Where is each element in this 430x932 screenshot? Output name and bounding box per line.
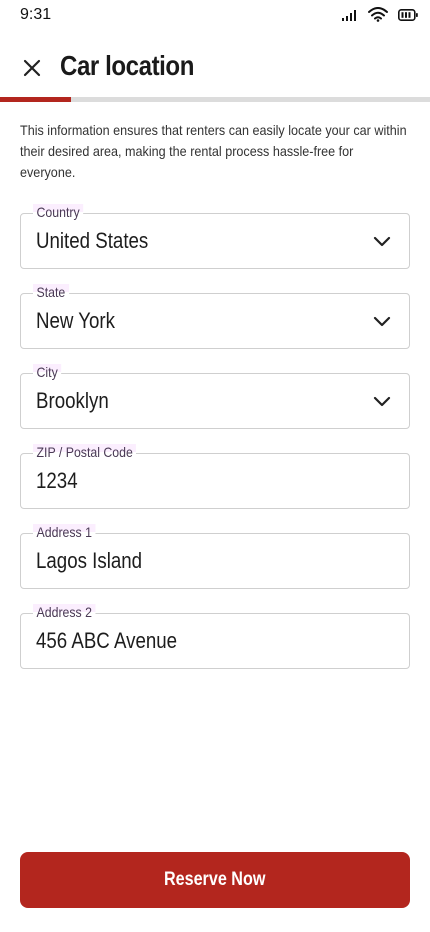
progress-track <box>0 97 430 102</box>
zip-value: 1234 <box>36 468 78 493</box>
address2-value: 456 ABC Avenue <box>36 628 178 653</box>
reserve-now-label: Reserve Now <box>164 869 266 890</box>
zip-label: ZIP / Postal Code <box>33 444 137 460</box>
description-text: This information ensures that renters ca… <box>20 122 407 180</box>
header: Car location <box>0 44 430 94</box>
status-bar: 9:31 <box>0 0 430 34</box>
status-icons <box>342 7 418 22</box>
country-select[interactable]: Country United States <box>20 204 410 269</box>
country-label: Country <box>33 204 84 220</box>
country-value: United States <box>36 228 149 253</box>
close-icon <box>23 59 41 77</box>
city-value: Brooklyn <box>36 388 109 413</box>
address2-field[interactable]: Address 2 456 ABC Avenue <box>20 604 410 669</box>
progress-fill <box>0 97 71 102</box>
page-title: Car location <box>60 50 194 81</box>
address1-value: Lagos Island <box>36 548 143 573</box>
state-label: State <box>33 284 69 300</box>
chevron-down-icon <box>373 316 391 327</box>
address2-label: Address 2 <box>33 604 96 620</box>
cellular-signal-icon <box>342 9 356 21</box>
state-value: New York <box>36 308 116 333</box>
reserve-now-button[interactable]: Reserve Now <box>20 852 410 908</box>
state-select[interactable]: State New York <box>20 284 410 349</box>
address1-label: Address 1 <box>33 524 96 540</box>
address1-field[interactable]: Address 1 Lagos Island <box>20 524 410 589</box>
city-label: City <box>33 364 62 380</box>
close-button[interactable] <box>18 54 46 82</box>
chevron-down-icon <box>373 396 391 407</box>
battery-icon <box>398 8 418 21</box>
chevron-down-icon <box>373 236 391 247</box>
status-time: 9:31 <box>20 6 52 23</box>
city-select[interactable]: City Brooklyn <box>20 364 410 429</box>
zip-field[interactable]: ZIP / Postal Code 1234 <box>20 444 410 509</box>
wifi-icon <box>368 7 388 22</box>
